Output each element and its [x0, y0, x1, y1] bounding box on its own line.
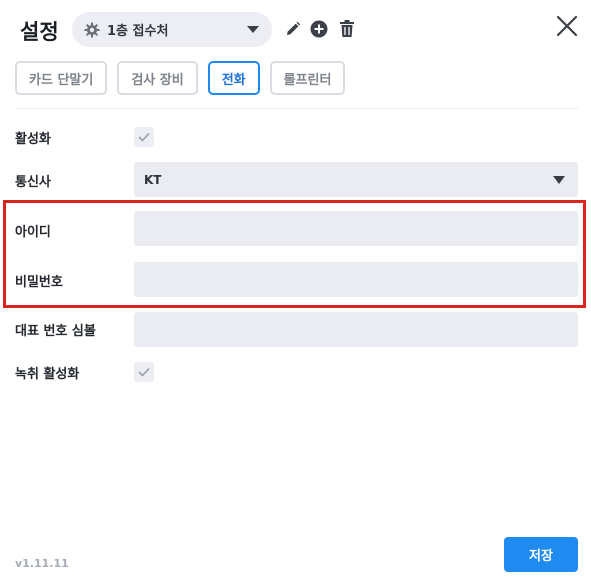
save-button[interactable]: 저장 — [504, 537, 578, 572]
main-number-input[interactable] — [134, 312, 578, 347]
active-label: 활성화 — [15, 132, 51, 147]
check-icon — [138, 367, 150, 377]
carrier-select-value: KT — [144, 172, 162, 187]
tab-bar: 카드 단말기 검사 장비 전화 롤프린터 — [15, 61, 346, 95]
close-icon[interactable] — [555, 14, 579, 38]
tab-test-equipment[interactable]: 검사 장비 — [117, 61, 198, 95]
recording-checkbox[interactable] — [134, 362, 154, 382]
plus-circle-icon[interactable] — [310, 20, 328, 38]
version-text: v1.11.11 — [15, 557, 69, 570]
chevron-down-icon — [553, 176, 565, 184]
carrier-label: 통신사 — [15, 175, 51, 190]
chevron-down-icon — [247, 26, 259, 33]
trash-icon[interactable] — [338, 20, 356, 38]
branch-select-value: 1층 접수처 — [107, 24, 169, 39]
recording-label: 녹취 활성화 — [15, 367, 80, 382]
gear-icon — [84, 22, 100, 38]
tab-card-terminal[interactable]: 카드 단말기 — [15, 61, 108, 95]
carrier-select[interactable]: KT — [134, 162, 578, 197]
branch-select[interactable]: 1층 접수처 — [72, 12, 272, 47]
pencil-icon[interactable] — [284, 20, 302, 38]
tab-roll-printer[interactable]: 롤프린터 — [269, 61, 346, 95]
divider — [15, 108, 578, 109]
highlight-box — [3, 200, 586, 308]
active-checkbox[interactable] — [134, 127, 154, 147]
page-title: 설정 — [20, 20, 59, 44]
check-icon — [138, 132, 150, 142]
main-number-label: 대표 번호 심볼 — [15, 324, 96, 339]
tab-phone[interactable]: 전화 — [207, 61, 260, 95]
